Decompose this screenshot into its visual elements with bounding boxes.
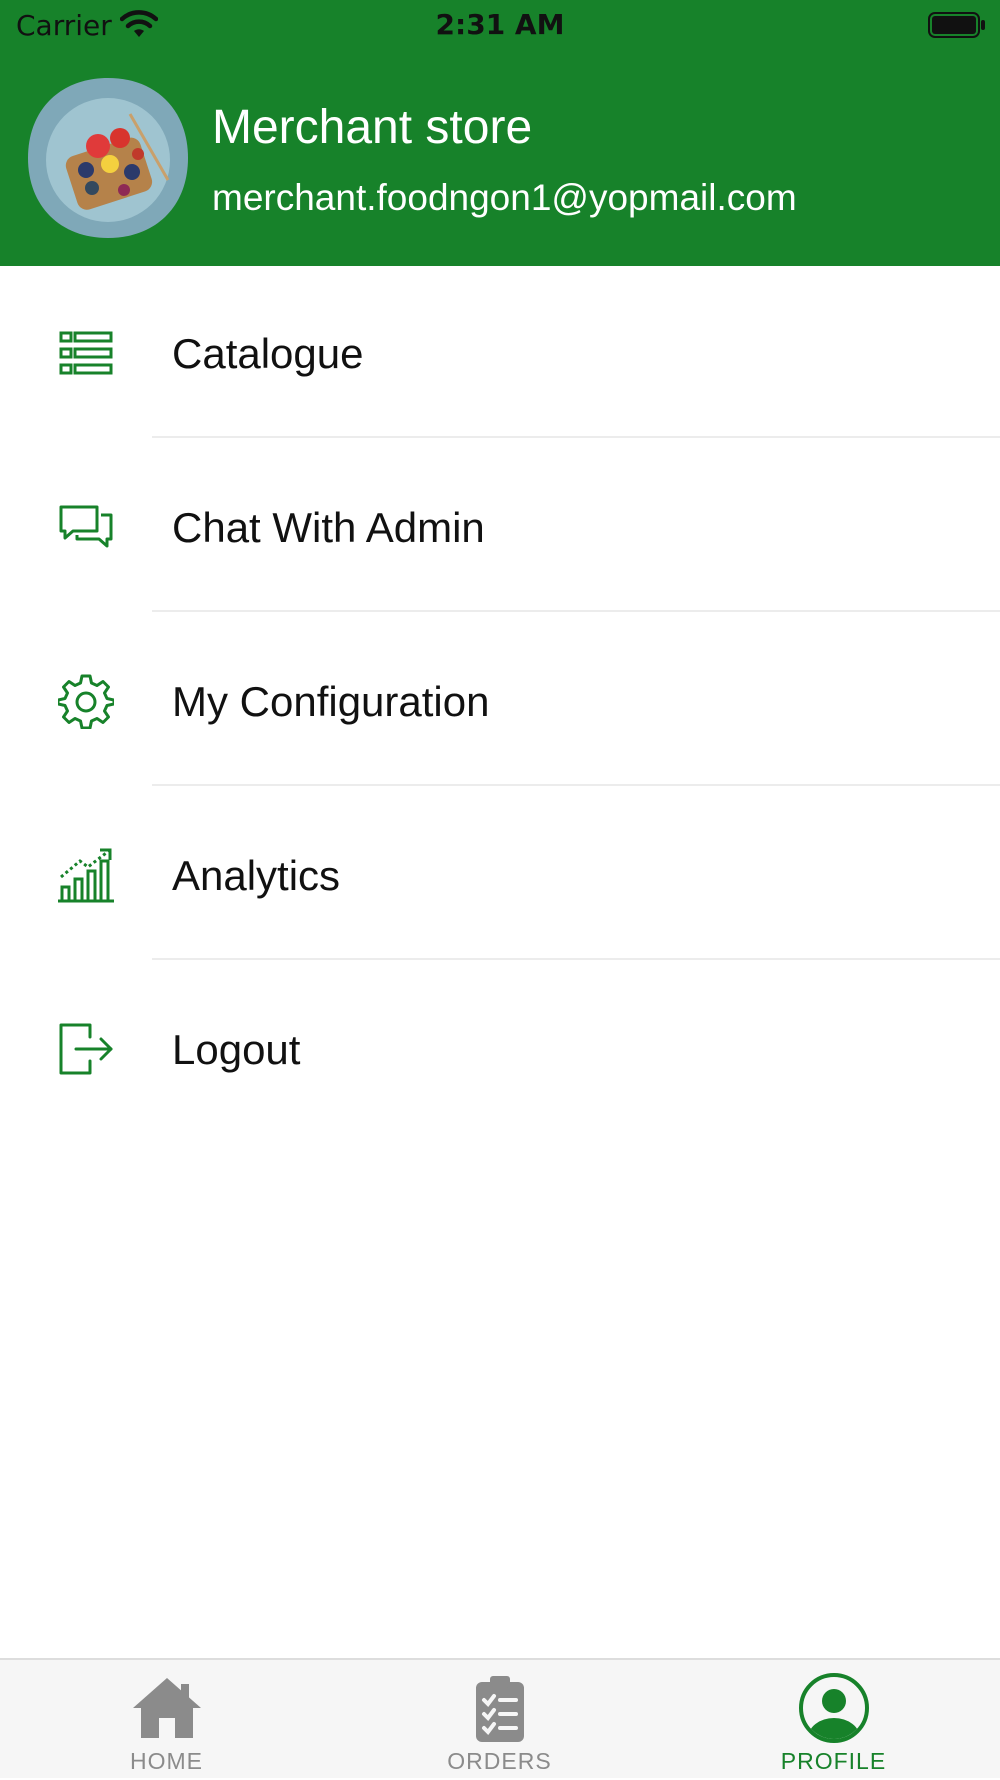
- tab-profile[interactable]: PROFILE: [667, 1660, 1000, 1780]
- menu-item-label: My Configuration: [172, 678, 490, 725]
- gear-icon: [58, 674, 114, 729]
- tab-orders[interactable]: ORDERS: [333, 1660, 666, 1780]
- clock: 2:31 AM: [435, 8, 565, 41]
- menu-item-chat-with-admin[interactable]: Chat With Admin: [0, 440, 1000, 614]
- tab-label: PROFILE: [780, 1748, 887, 1774]
- analytics-icon: [58, 848, 114, 903]
- battery-icon: [928, 12, 985, 38]
- menu-divider: [152, 610, 1000, 612]
- tab-label: HOME: [130, 1748, 203, 1774]
- chat-icon: [59, 505, 113, 548]
- menu-item-analytics[interactable]: Analytics: [0, 788, 1000, 962]
- menu-item-my-configuration[interactable]: My Configuration: [0, 614, 1000, 788]
- store-avatar: [28, 78, 188, 238]
- menu-divider: [152, 958, 1000, 960]
- user-circle-icon: [798, 1673, 869, 1743]
- store-name: Merchant store: [212, 101, 533, 154]
- store-email: merchant.foodngon1@yopmail.com: [212, 177, 797, 218]
- logout-icon: [59, 1023, 113, 1075]
- menu-divider: [152, 436, 1000, 438]
- clipboard-icon: [475, 1676, 524, 1742]
- tab-home[interactable]: HOME: [0, 1660, 333, 1780]
- menu-item-catalogue[interactable]: Catalogue: [0, 266, 1000, 440]
- list-icon: [59, 331, 113, 375]
- menu-item-label: Logout: [172, 1026, 301, 1073]
- menu-item-label: Analytics: [172, 852, 341, 899]
- menu-item-logout[interactable]: Logout: [0, 962, 1000, 1136]
- bottom-tab-bar: HOME ORDERS PROFILE: [0, 1658, 1000, 1778]
- menu-item-label: Catalogue: [172, 330, 364, 377]
- status-bar: Carrier 2:31 AM: [0, 0, 1000, 50]
- profile-header: Carrier 2:31 AM Merchant store merchant.…: [0, 0, 1000, 266]
- menu-item-label: Chat With Admin: [172, 504, 485, 551]
- home-icon: [132, 1678, 201, 1738]
- tab-label: ORDERS: [447, 1748, 552, 1774]
- menu-divider: [152, 784, 1000, 786]
